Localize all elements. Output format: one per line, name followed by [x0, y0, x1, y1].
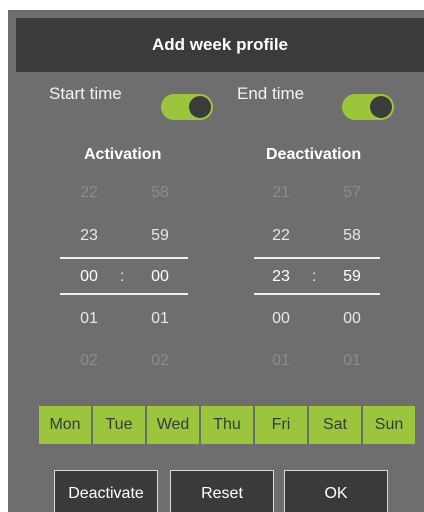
activation-selection-line-bottom [60, 293, 188, 295]
deactivation-hour-option[interactable]: 00 [261, 310, 301, 328]
weekday-selector: Mon Tue Wed Thu Fri Sat Sun [39, 406, 415, 444]
day-button-thu[interactable]: Thu [201, 406, 253, 444]
deactivation-hour-selected[interactable]: 23 [261, 268, 301, 286]
deactivation-heading: Deactivation [266, 146, 362, 163]
deactivation-selection-line-bottom [254, 293, 380, 295]
dialog-title: Add week profile [16, 18, 424, 72]
ok-button[interactable]: OK [284, 470, 388, 512]
activation-minute-option[interactable]: 01 [140, 310, 180, 328]
activation-minute-option[interactable]: 58 [140, 184, 180, 202]
deactivation-minute-option[interactable]: 57 [332, 184, 372, 202]
activation-hour-selected[interactable]: 00 [69, 268, 109, 286]
activation-hour-option[interactable]: 02 [69, 352, 109, 370]
activation-hour-option[interactable]: 23 [69, 227, 109, 245]
activation-minute-selected[interactable]: 00 [140, 268, 180, 286]
day-button-sat[interactable]: Sat [309, 406, 361, 444]
activation-separator: : [120, 268, 125, 285]
deactivate-button[interactable]: Deactivate [54, 470, 158, 512]
deactivation-hour-option[interactable]: 22 [261, 227, 301, 245]
deactivation-minute-option[interactable]: 58 [332, 227, 372, 245]
start-time-toggle[interactable] [161, 94, 213, 120]
day-button-mon[interactable]: Mon [39, 406, 91, 444]
end-time-label: End time [237, 84, 305, 103]
day-button-wed[interactable]: Wed [147, 406, 199, 444]
deactivation-hour-option[interactable]: 01 [261, 352, 301, 370]
toggle-knob [370, 96, 392, 118]
end-time-row: End time [237, 84, 304, 104]
end-time-toggle[interactable] [342, 94, 394, 120]
deactivation-minute-selected[interactable]: 59 [332, 268, 372, 286]
toggle-knob [189, 96, 211, 118]
activation-minute-option[interactable]: 02 [140, 352, 180, 370]
activation-minute-option[interactable]: 59 [140, 227, 180, 245]
activation-heading: Activation [84, 146, 162, 163]
start-time-row: Start time [49, 84, 122, 104]
activation-hour-option[interactable]: 01 [69, 310, 109, 328]
start-time-label: Start time [49, 84, 122, 103]
deactivation-selection-line-top [254, 257, 380, 259]
add-week-profile-dialog: Add week profile Start time End time Act… [8, 10, 424, 512]
deactivation-separator: : [312, 268, 317, 285]
day-button-sun[interactable]: Sun [363, 406, 415, 444]
deactivation-minute-option[interactable]: 00 [332, 310, 372, 328]
reset-button[interactable]: Reset [170, 470, 274, 512]
activation-selection-line-top [60, 257, 188, 259]
activation-hour-option[interactable]: 22 [69, 184, 109, 202]
day-button-tue[interactable]: Tue [93, 406, 145, 444]
deactivation-hour-option[interactable]: 21 [261, 184, 301, 202]
day-button-fri[interactable]: Fri [255, 406, 307, 444]
deactivation-minute-option[interactable]: 01 [332, 352, 372, 370]
